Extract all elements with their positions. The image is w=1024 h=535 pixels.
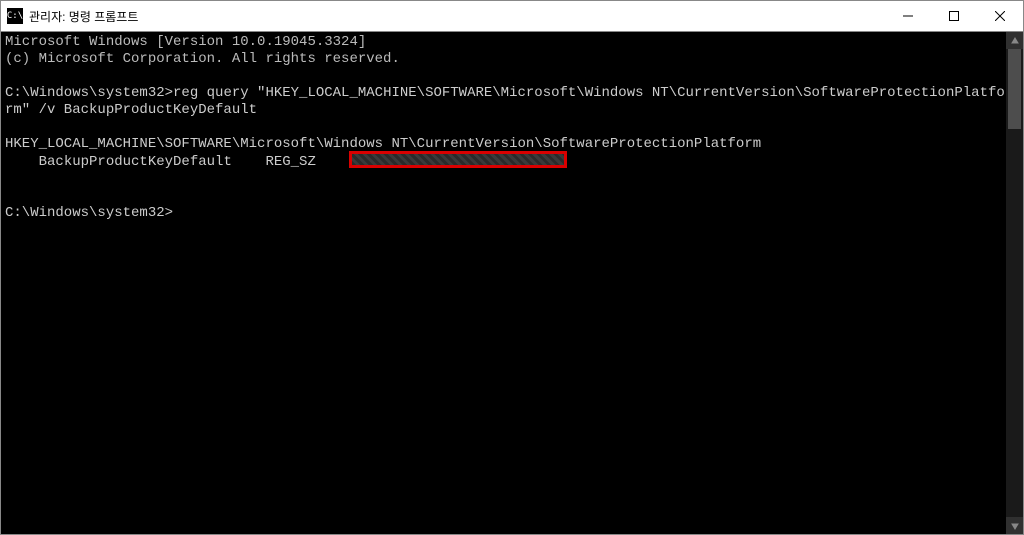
scroll-track[interactable] xyxy=(1006,49,1023,517)
scroll-up-button[interactable] xyxy=(1006,32,1023,49)
scroll-down-button[interactable] xyxy=(1006,517,1023,534)
window-title: 관리자: 명령 프롬프트 xyxy=(29,8,138,25)
client-area: Microsoft Windows [Version 10.0.19045.33… xyxy=(1,31,1023,534)
scroll-thumb[interactable] xyxy=(1008,49,1021,129)
redacted-product-key xyxy=(349,151,567,168)
result-key-path: HKEY_LOCAL_MACHINE\SOFTWARE\Microsoft\Wi… xyxy=(5,136,761,152)
maximize-button[interactable] xyxy=(931,1,977,31)
command-prompt-window: C:\ 관리자: 명령 프롬프트 Microsoft Windows [Vers… xyxy=(0,0,1024,535)
close-button[interactable] xyxy=(977,1,1023,31)
vertical-scrollbar[interactable] xyxy=(1006,32,1023,534)
terminal-output[interactable]: Microsoft Windows [Version 10.0.19045.33… xyxy=(1,32,1006,534)
titlebar[interactable]: C:\ 관리자: 명령 프롬프트 xyxy=(1,1,1023,31)
result-value-name: BackupProductKeyDefault xyxy=(5,154,232,170)
version-line: Microsoft Windows [Version 10.0.19045.33… xyxy=(5,34,366,50)
copyright-line: (c) Microsoft Corporation. All rights re… xyxy=(5,51,400,67)
result-value-type: REG_SZ xyxy=(232,154,316,170)
prompt-2: C:\Windows\system32> xyxy=(5,205,173,221)
prompt-1: C:\Windows\system32> xyxy=(5,85,173,101)
minimize-button[interactable] xyxy=(885,1,931,31)
cmd-icon: C:\ xyxy=(7,8,23,24)
